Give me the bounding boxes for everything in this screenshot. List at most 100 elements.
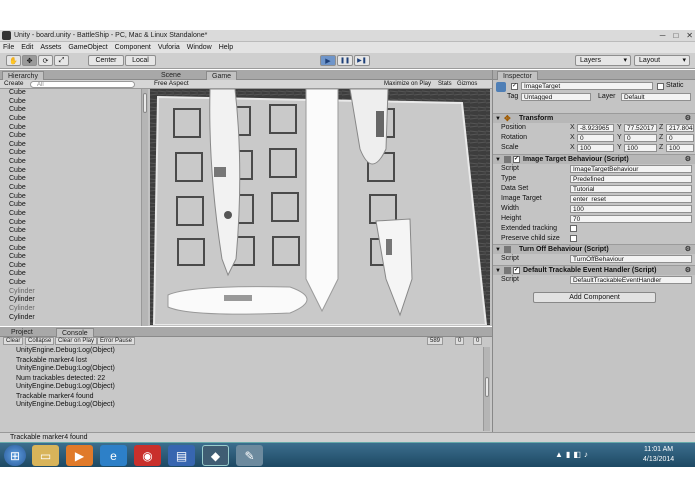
hierarchy-scroll-thumb[interactable]: [143, 93, 147, 113]
menu-window[interactable]: Window: [187, 44, 212, 51]
hand-tool-icon[interactable]: ✋: [6, 55, 21, 66]
maximize-button[interactable]: □: [673, 30, 678, 42]
position-z-field[interactable]: 217.8048: [666, 124, 694, 132]
chrome-icon[interactable]: ◉: [134, 445, 161, 466]
list-item[interactable]: Cube: [0, 279, 140, 288]
script-field[interactable]: ImageTargetBehaviour: [570, 165, 692, 173]
static-checkbox[interactable]: [657, 83, 664, 90]
menu-gameobject[interactable]: GameObject: [68, 44, 107, 51]
dataset-dropdown[interactable]: Tutorial: [570, 185, 692, 193]
list-item[interactable]: Cube: [0, 236, 140, 245]
list-item[interactable]: Cube: [0, 89, 140, 98]
list-item[interactable]: Cube: [0, 193, 140, 202]
tab-hierarchy[interactable]: Hierarchy: [2, 71, 44, 80]
console-scrollbar[interactable]: [483, 347, 490, 431]
type-dropdown[interactable]: Predefined: [570, 175, 692, 183]
gizmos-dropdown[interactable]: Gizmos: [457, 80, 477, 88]
list-item[interactable]: Cube: [0, 132, 140, 141]
start-button[interactable]: ⊞: [4, 445, 26, 466]
layout-dropdown[interactable]: Layout: [634, 55, 690, 66]
list-item[interactable]: Cylinder: [0, 288, 140, 297]
list-item[interactable]: Cube: [0, 106, 140, 115]
menu-help[interactable]: Help: [219, 44, 233, 51]
list-item[interactable]: Cube: [0, 245, 140, 254]
clear-button[interactable]: Clear: [3, 337, 24, 345]
move-tool-icon[interactable]: ✥: [22, 55, 37, 66]
log-line[interactable]: UnityEngine.Debug:Log(Object): [0, 347, 490, 355]
object-name-field[interactable]: ImageTarget: [521, 82, 653, 90]
list-item[interactable]: Cube: [0, 98, 140, 107]
turn-off-header[interactable]: ▼ Turn Off Behaviour (Script) ⚙: [493, 244, 695, 254]
unity-taskbar-icon[interactable]: ◆: [202, 445, 229, 466]
file-explorer-icon[interactable]: ▭: [32, 445, 59, 466]
default-handler-enabled-checkbox[interactable]: ✓: [513, 267, 520, 274]
layers-dropdown[interactable]: Layers: [575, 55, 631, 66]
list-item[interactable]: Cube: [0, 158, 140, 167]
tab-game[interactable]: Game: [206, 71, 238, 80]
tab-scene[interactable]: Scene: [156, 71, 186, 80]
rotation-y-field[interactable]: 0: [624, 134, 657, 142]
list-item[interactable]: Cube: [0, 175, 140, 184]
list-item[interactable]: Cylinder: [0, 305, 140, 314]
paint-icon[interactable]: ✎: [236, 445, 263, 466]
log-line[interactable]: UnityEngine.Debug:Log(Object): [0, 383, 490, 391]
game-viewport[interactable]: [150, 89, 490, 325]
image-target-dropdown[interactable]: enter_reset: [570, 195, 692, 203]
tag-dropdown[interactable]: Untagged: [521, 93, 591, 101]
close-button[interactable]: ✕: [686, 30, 693, 42]
scale-x-field[interactable]: 100: [577, 144, 614, 152]
image-target-header[interactable]: ▼ ✓ Image Target Behaviour (Script) ⚙: [493, 154, 695, 164]
maximize-on-play-toggle[interactable]: Maximize on Play: [384, 80, 431, 88]
list-item[interactable]: Cube: [0, 270, 140, 279]
preserve-child-checkbox[interactable]: [570, 235, 577, 242]
step-button[interactable]: ▶❚: [354, 55, 370, 66]
play-button[interactable]: ▶: [320, 55, 336, 66]
tray-icons[interactable]: ▲▮◧♪: [555, 450, 591, 459]
tab-inspector[interactable]: Inspector: [497, 71, 538, 80]
log-line[interactable]: Num trackables detected: 22: [0, 375, 490, 383]
pause-button[interactable]: ❚❚: [337, 55, 353, 66]
list-item[interactable]: Cylinder: [0, 296, 140, 305]
space-local-button[interactable]: Local: [125, 55, 156, 66]
collapse-button[interactable]: Collapse: [25, 337, 55, 345]
rotate-tool-icon[interactable]: ⟳: [38, 55, 53, 66]
console-scroll-thumb[interactable]: [485, 377, 489, 397]
internet-explorer-icon[interactable]: e: [100, 445, 127, 466]
list-item[interactable]: Cylinder: [0, 314, 140, 323]
scale-y-field[interactable]: 100: [624, 144, 657, 152]
list-item[interactable]: Cube: [0, 262, 140, 271]
hierarchy-scrollbar[interactable]: [141, 89, 148, 326]
position-x-field[interactable]: -8.923965: [577, 124, 614, 132]
list-item[interactable]: Cube: [0, 141, 140, 150]
menu-edit[interactable]: Edit: [21, 44, 33, 51]
list-item[interactable]: Cube: [0, 201, 140, 210]
minimize-button[interactable]: ─: [660, 30, 666, 42]
layer-dropdown[interactable]: Default: [621, 93, 691, 101]
visual-studio-icon[interactable]: ▤: [168, 445, 195, 466]
list-item[interactable]: Cube: [0, 227, 140, 236]
position-y-field[interactable]: 77.52017: [624, 124, 657, 132]
aspect-dropdown[interactable]: Free Aspect: [154, 80, 189, 88]
clear-on-play-button[interactable]: Clear on Play: [55, 337, 98, 345]
default-handler-header[interactable]: ▼ ✓ Default Trackable Event Handler (Scr…: [493, 265, 695, 275]
tab-console[interactable]: Console: [56, 328, 94, 337]
list-item[interactable]: Cube: [0, 167, 140, 176]
add-component-button[interactable]: Add Component: [533, 292, 656, 303]
error-count-badge[interactable]: 0: [473, 337, 483, 345]
turn-off-script-field[interactable]: TurnOffBehaviour: [570, 255, 692, 263]
menu-file[interactable]: File: [3, 44, 14, 51]
list-item[interactable]: Cube: [0, 184, 140, 193]
hierarchy-search-input[interactable]: All: [30, 81, 135, 88]
pivot-center-button[interactable]: Center: [88, 55, 124, 66]
error-pause-button[interactable]: Error Pause: [97, 337, 136, 345]
list-item[interactable]: Cube: [0, 124, 140, 133]
rotation-z-field[interactable]: 0: [666, 134, 694, 142]
height-field[interactable]: 70: [570, 215, 692, 223]
active-checkbox[interactable]: ✓: [511, 83, 518, 90]
log-line[interactable]: Trackable marker4 found: [0, 393, 490, 401]
list-item[interactable]: Cube: [0, 149, 140, 158]
image-target-enabled-checkbox[interactable]: ✓: [513, 156, 520, 163]
rotation-x-field[interactable]: 0: [577, 134, 614, 142]
list-item[interactable]: Cube: [0, 115, 140, 124]
list-item[interactable]: Cube: [0, 253, 140, 262]
